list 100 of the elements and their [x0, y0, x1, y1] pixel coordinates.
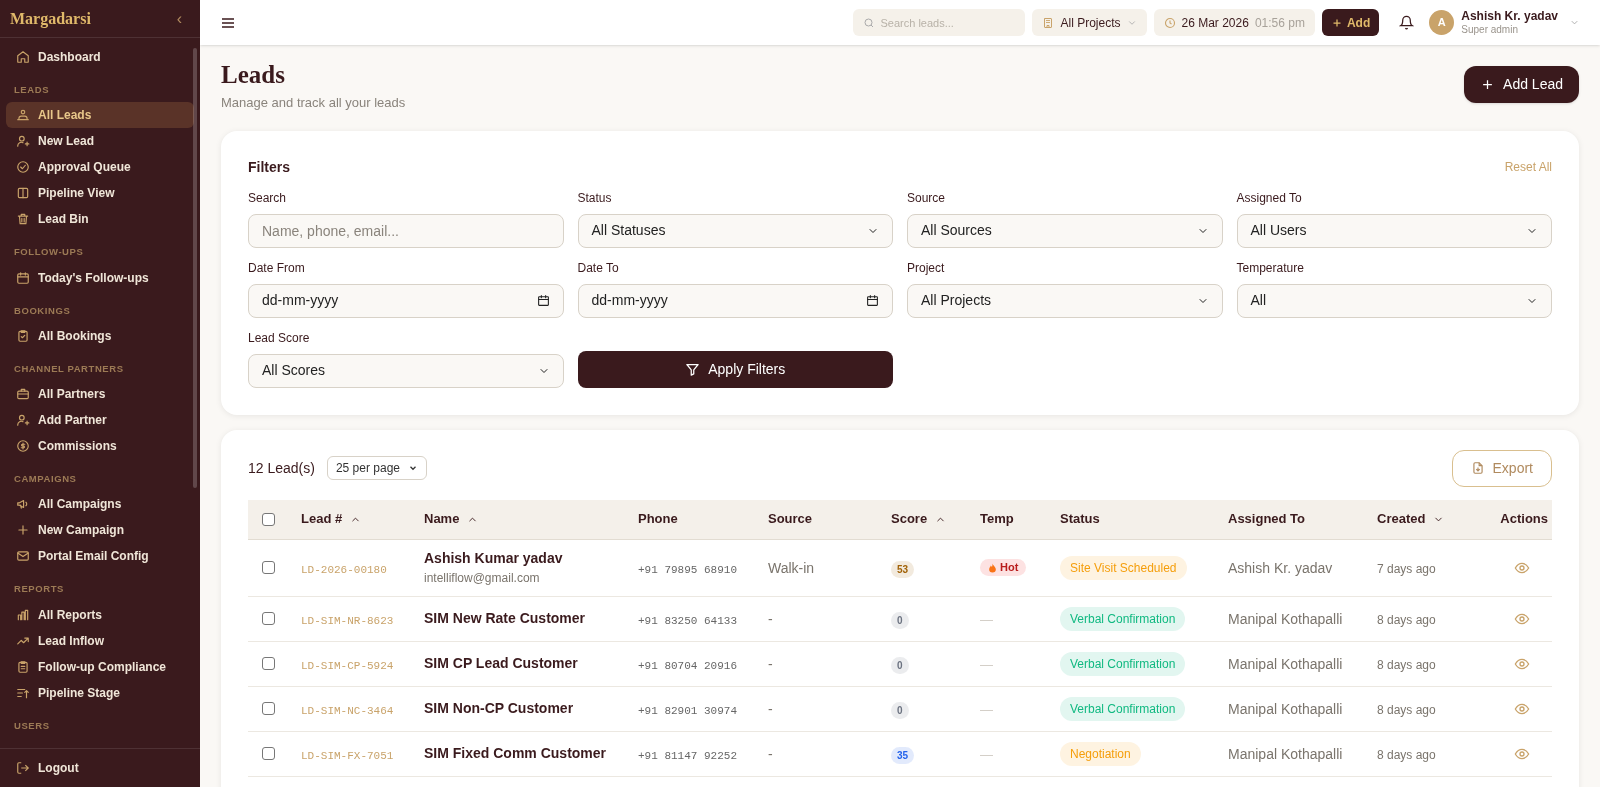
checkbox[interactable] [262, 702, 275, 715]
select-dropdown[interactable]: All Sources [907, 213, 1223, 248]
assignee-name: Manipal Kothapalli [1228, 700, 1343, 717]
score-badge: 53 [891, 560, 915, 578]
select-dropdown[interactable]: All Users [1236, 213, 1552, 248]
status-badge: Verbal Confirmation [1060, 607, 1186, 631]
sidebar-item[interactable]: Follow-up Compliance [6, 653, 194, 680]
project-dropdown[interactable]: All Projects [1032, 9, 1147, 36]
file-export-icon [1470, 461, 1485, 475]
field-label: Date To [577, 259, 620, 277]
empty-dash: — [980, 701, 993, 717]
search-input[interactable]: Name, phone, email... [248, 213, 564, 248]
sidebar-item[interactable]: New Campaign [6, 517, 194, 544]
search-field[interactable]: Search leads... [853, 9, 1026, 36]
sidebar-item[interactable]: Approval Queue [6, 154, 194, 181]
empty-dash: — [980, 746, 993, 762]
calendar-icon [536, 294, 550, 307]
column-header[interactable]: Score [891, 509, 947, 529]
field-label: Date From [248, 259, 306, 277]
clock-icon [1163, 16, 1176, 29]
sidebar-item[interactable]: New Lead [6, 128, 194, 155]
dollar-circle-icon [16, 439, 30, 453]
plus-icon [16, 523, 30, 538]
column-header: Status [1060, 510, 1100, 529]
checkbox[interactable] [262, 657, 275, 670]
empty-dash: — [980, 656, 993, 672]
hot-badge: Hot [980, 559, 1027, 576]
lead-name: SIM Non-CP Customer [424, 699, 575, 718]
assignee-name: Ashish Kr. yadav [1228, 559, 1333, 576]
lead-number: LD-SIM-FX-7051 [301, 749, 394, 762]
phone-number: +91 82901 30974 [638, 704, 738, 717]
apply-filters-button[interactable]: Apply Filters [577, 350, 893, 388]
column-header[interactable]: Name [424, 509, 479, 529]
megaphone-icon [16, 497, 30, 512]
user-role: Super admin [1461, 23, 1519, 37]
sidebar-item[interactable]: Today's Follow-ups [6, 264, 194, 291]
select-dropdown[interactable]: All Scores [248, 353, 564, 388]
column-header[interactable]: Lead # [301, 509, 362, 529]
field-label: Lead Score [248, 329, 311, 347]
logout-link[interactable]: Logout [6, 757, 194, 779]
sidebar-item[interactable]: Add Partner [6, 407, 194, 433]
date-input[interactable]: dd-mm-yyyy [248, 283, 564, 318]
user-name: Ashish Kr. yadav [1461, 8, 1558, 24]
select-dropdown[interactable]: All Statuses [577, 213, 893, 248]
sidebar-item[interactable]: Pipeline View [6, 180, 194, 207]
sidebar-item[interactable]: Lead Inflow [6, 627, 194, 654]
assignee-name: Manipal Kothapalli [1228, 610, 1343, 627]
calendar-icon [866, 294, 879, 307]
sidebar-item[interactable]: All Campaigns [6, 491, 194, 518]
checkbox[interactable] [262, 561, 275, 574]
checkbox[interactable] [262, 512, 275, 526]
sidebar-item[interactable]: Portal Email Config [6, 543, 194, 570]
date-input[interactable]: dd-mm-yyyy [577, 283, 893, 318]
briefcase-icon [16, 387, 30, 401]
section-heading: CHANNEL PARTNERS [13, 361, 125, 376]
clipboard-check-icon [16, 328, 30, 343]
bell-icon[interactable] [1399, 15, 1415, 30]
home-icon [16, 50, 30, 64]
sidebar-item[interactable]: All Leads [6, 102, 194, 129]
person-icon [16, 108, 30, 123]
checkbox[interactable] [262, 612, 275, 625]
add-lead-button[interactable]: Add Lead [1464, 66, 1579, 103]
page-title: Leads [221, 60, 286, 90]
select-dropdown[interactable]: All [1236, 283, 1552, 318]
column-header[interactable]: Created [1377, 509, 1445, 529]
section-heading: USERS [13, 718, 51, 733]
lead-number: LD-SIM-NR-8623 [301, 614, 394, 627]
column-header: Assigned To [1228, 510, 1306, 529]
section-heading: CAMPAIGNS [13, 472, 78, 486]
lead-source: - [768, 655, 773, 672]
user-plus-icon [16, 413, 30, 427]
column-header: Source [768, 510, 813, 529]
sidebar-item[interactable]: Commissions [6, 433, 194, 459]
checkbox[interactable] [262, 747, 275, 760]
lead-email: intelliflow@gmail.com [424, 570, 541, 587]
sidebar-item[interactable]: Pipeline Stage [6, 679, 194, 706]
phone-number: +91 80704 20916 [638, 659, 738, 672]
lead-name: Ashish Kumar yadav [424, 549, 564, 568]
created-time: 7 days ago [1377, 561, 1436, 576]
score-badge: 35 [891, 746, 915, 764]
sidebar-item[interactable]: Dashboard [6, 44, 194, 70]
user-plus-icon [16, 134, 30, 149]
section-heading: FOLLOW-UPS [13, 245, 85, 260]
lead-source: Walk-in [768, 559, 815, 576]
phone-number: +91 83250 64133 [638, 614, 738, 627]
status-badge: Site Visit Scheduled [1060, 556, 1187, 580]
sidebar-item[interactable]: All Bookings [6, 322, 194, 349]
lead-count: 12 Lead(s) [248, 458, 315, 478]
collapse-button[interactable]: ‹ [176, 10, 190, 27]
per-page-select[interactable]: 25 per page [326, 456, 427, 480]
sidebar-item[interactable]: All Partners [6, 381, 194, 407]
sidebar-item[interactable]: Lead Bin [6, 206, 194, 233]
field-label: Assigned To [1236, 189, 1303, 207]
lead-number: LD-2026-00180 [301, 563, 387, 576]
sidebar-item[interactable]: All Reports [6, 601, 194, 628]
lead-number: LD-SIM-NC-3464 [301, 704, 394, 717]
lead-name: SIM Fixed Comm Customer [424, 744, 608, 763]
select-dropdown[interactable]: All Projects [907, 283, 1223, 318]
assignee-name: Manipal Kothapalli [1228, 655, 1343, 672]
add-button[interactable]: Add [1321, 9, 1380, 36]
